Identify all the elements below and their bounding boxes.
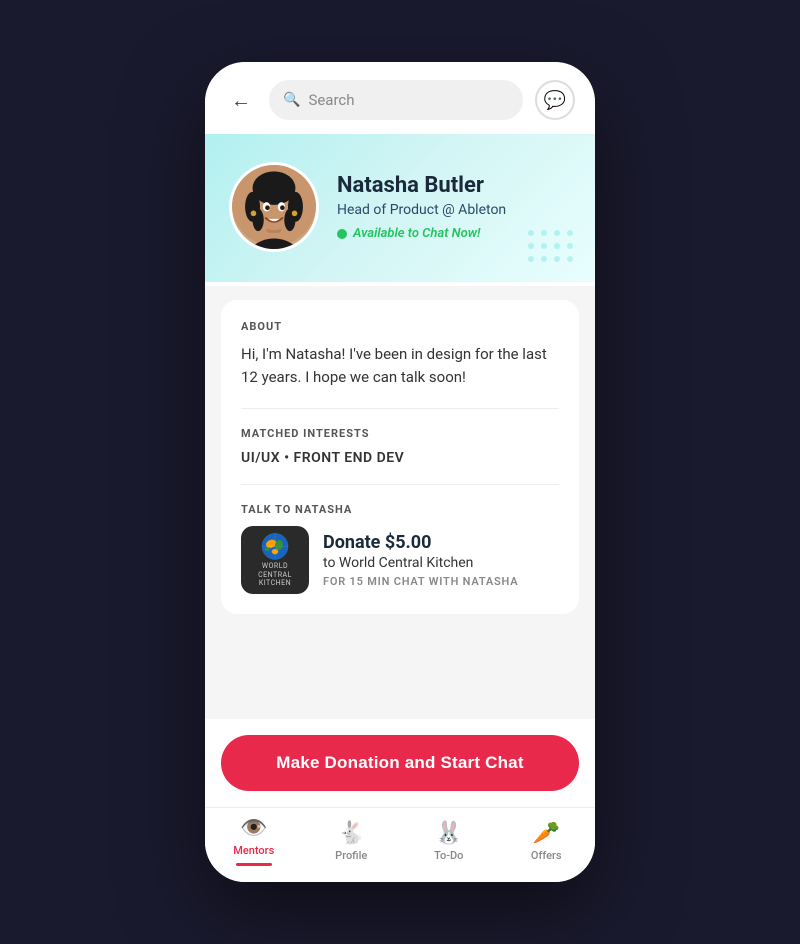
content-area: ABOUT Hi, I'm Natasha! I've been in desi…: [205, 284, 595, 719]
mentors-icon: 👁️: [240, 818, 267, 840]
online-indicator: [337, 229, 347, 239]
donate-amount: Donate $5.00: [323, 532, 559, 553]
divider-1: [241, 408, 559, 409]
nav-item-todo[interactable]: 🐰 To-Do: [419, 823, 479, 862]
profile-hero: Natasha Butler Head of Product @ Ableton…: [205, 134, 595, 284]
nav-label-offers: Offers: [531, 849, 562, 862]
donate-org: to World Central Kitchen: [323, 555, 559, 571]
talk-section: TALK TO NATASHA: [241, 503, 559, 594]
bottom-nav: 👁️ Mentors 🐇 Profile 🐰 To-Do 🥕 Offers: [205, 807, 595, 882]
back-button[interactable]: ←: [225, 84, 257, 116]
profile-title: Head of Product @ Ableton: [337, 202, 571, 218]
profile-icon: 🐇: [338, 823, 365, 845]
nav-active-indicator: [236, 863, 272, 866]
chat-button[interactable]: 💬: [535, 80, 575, 120]
phone-shell: ← 🔍 Search 💬: [205, 62, 595, 882]
donate-detail: FOR 15 MIN CHAT WITH NATASHA: [323, 575, 559, 588]
cta-area: Make Donation and Start Chat: [205, 719, 595, 807]
nav-label-mentors: Mentors: [233, 844, 274, 857]
nav-label-profile: Profile: [335, 849, 367, 862]
wck-label: WORLDCENTRALKITCHEN: [258, 562, 292, 587]
charity-logo: WORLDCENTRALKITCHEN: [241, 526, 309, 594]
about-label: ABOUT: [241, 320, 559, 333]
header: ← 🔍 Search 💬: [205, 62, 595, 134]
todo-icon: 🐰: [435, 823, 462, 845]
donation-info: Donate $5.00 to World Central Kitchen FO…: [323, 532, 559, 588]
donate-start-chat-button[interactable]: Make Donation and Start Chat: [221, 735, 579, 791]
nav-item-offers[interactable]: 🥕 Offers: [516, 823, 576, 862]
chat-icon: 💬: [544, 90, 566, 111]
decorative-dots: [528, 230, 575, 264]
search-bar[interactable]: 🔍 Search: [269, 80, 523, 120]
profile-card: ABOUT Hi, I'm Natasha! I've been in desi…: [221, 300, 579, 614]
availability-text: Available to Chat Now!: [353, 226, 480, 241]
search-icon: 🔍: [283, 92, 300, 108]
nav-label-todo: To-Do: [434, 849, 463, 862]
divider-2: [241, 484, 559, 485]
interests-text: UI/UX • FRONT END DEV: [241, 450, 559, 466]
profile-name: Natasha Butler: [337, 173, 571, 199]
nav-item-mentors[interactable]: 👁️ Mentors: [224, 818, 284, 866]
interests-label: MATCHED INTERESTS: [241, 427, 559, 440]
offers-icon: 🥕: [533, 823, 560, 845]
talk-label: TALK TO NATASHA: [241, 503, 559, 516]
nav-item-profile[interactable]: 🐇 Profile: [321, 823, 381, 862]
search-placeholder-text: Search: [308, 91, 354, 109]
cta-button-label: Make Donation and Start Chat: [276, 753, 523, 773]
back-arrow-icon: ←: [231, 88, 251, 113]
avatar: [229, 162, 319, 252]
about-text: Hi, I'm Natasha! I've been in design for…: [241, 343, 559, 390]
donation-row: WORLDCENTRALKITCHEN Donate $5.00 to Worl…: [241, 526, 559, 594]
charity-logo-inner: WORLDCENTRALKITCHEN: [241, 526, 309, 594]
